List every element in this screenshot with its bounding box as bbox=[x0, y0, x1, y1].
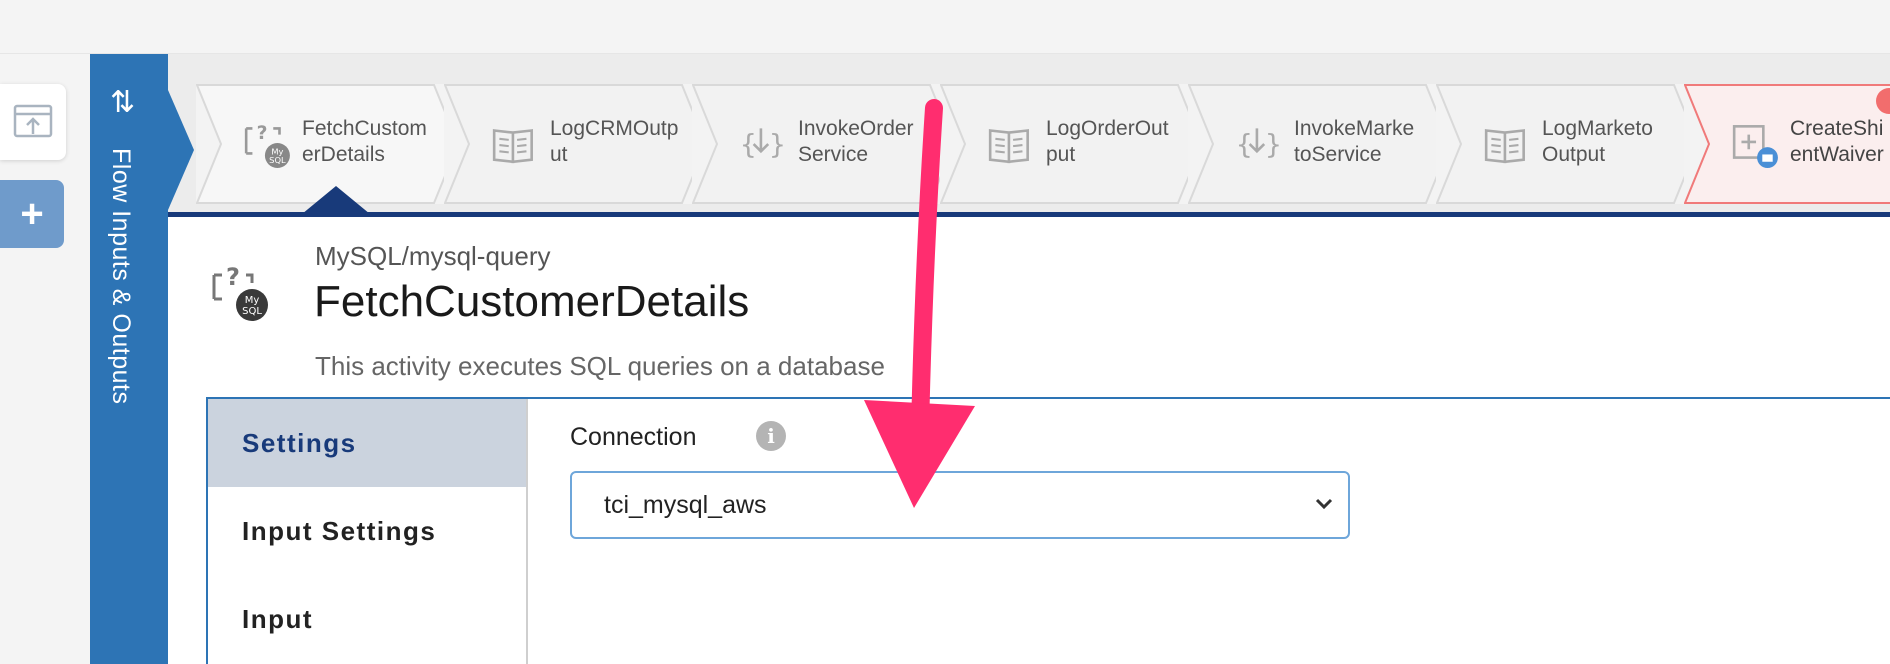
flow-step-4[interactable]: LogOrderOut put bbox=[940, 84, 1204, 204]
step-label: CreateShi entWaiver bbox=[1790, 117, 1884, 166]
flow-step-7[interactable]: CreateShi entWaiver bbox=[1684, 84, 1890, 204]
svg-text:?: ? bbox=[257, 123, 268, 144]
step-label: LogMarketo Output bbox=[1542, 117, 1653, 166]
flow-step-3[interactable]: {} InvokeOrder Service bbox=[692, 84, 956, 204]
step-label: InvokeMarke toService bbox=[1294, 117, 1415, 166]
book-log-icon bbox=[1484, 129, 1525, 164]
flow-step-2[interactable]: LogCRMOutp ut bbox=[444, 84, 708, 204]
tab-settings[interactable]: Settings bbox=[208, 399, 526, 487]
plus-icon: + bbox=[20, 191, 44, 236]
mysql-query-icon: ?MySQL bbox=[244, 123, 290, 168]
connection-select[interactable]: tci_mysql_aws bbox=[570, 471, 1350, 539]
flow-start-arrow bbox=[168, 90, 194, 210]
step-label: LogCRMOutp ut bbox=[550, 117, 679, 166]
info-icon[interactable]: i bbox=[756, 421, 786, 451]
step-label: LogOrderOut put bbox=[1046, 117, 1169, 166]
add-button[interactable]: + bbox=[0, 180, 64, 248]
activity-description: This activity executes SQL queries on a … bbox=[315, 351, 885, 381]
swap-arrows-icon: ⇅ bbox=[110, 86, 136, 119]
rail-label: Flow Inputs & Outputs bbox=[107, 148, 135, 405]
activity-detail: ? My SQL MySQL/mysql-query FetchCustomer… bbox=[168, 217, 1890, 664]
svg-text:}: } bbox=[769, 129, 785, 160]
tab-input[interactable]: Input bbox=[208, 575, 526, 663]
flow-inputs-outputs-rail[interactable]: ⇅ Flow Inputs & Outputs bbox=[90, 54, 168, 664]
step-label: FetchCustom erDetails bbox=[302, 117, 427, 166]
book-log-icon bbox=[492, 129, 533, 164]
svg-text:My: My bbox=[245, 295, 260, 306]
connection-label: Connection bbox=[570, 423, 697, 451]
chevron-down-icon bbox=[1315, 498, 1333, 510]
book-log-icon bbox=[988, 129, 1029, 164]
settings-side-nav: Settings Input Settings Input bbox=[208, 399, 528, 664]
flow-step-6[interactable]: LogMarketo Output bbox=[1436, 84, 1700, 204]
export-window-icon bbox=[13, 104, 53, 138]
svg-text:SQL: SQL bbox=[242, 306, 262, 317]
svg-text:SQL: SQL bbox=[269, 155, 286, 165]
mysql-query-icon: ? My SQL bbox=[212, 263, 268, 321]
svg-text:}: } bbox=[1265, 129, 1281, 160]
invoke-service-icon: {} bbox=[740, 128, 786, 160]
flow-step-5[interactable]: {} InvokeMarke toService bbox=[1188, 84, 1452, 204]
connection-select-value: tci_mysql_aws bbox=[604, 491, 767, 519]
activity-type: MySQL/mysql-query bbox=[315, 241, 551, 271]
svg-text:?: ? bbox=[226, 263, 240, 291]
tab-input-settings[interactable]: Input Settings bbox=[208, 487, 526, 575]
activity-name: FetchCustomerDetails bbox=[314, 277, 750, 326]
active-step-pointer bbox=[302, 186, 370, 214]
step-label: InvokeOrder Service bbox=[798, 117, 914, 166]
export-button[interactable] bbox=[0, 84, 66, 160]
create-record-icon bbox=[1732, 125, 1778, 168]
invoke-service-icon: {} bbox=[1236, 128, 1282, 160]
settings-panel: Settings Input Settings Input Connection… bbox=[206, 397, 1890, 664]
top-strip bbox=[0, 0, 1890, 54]
